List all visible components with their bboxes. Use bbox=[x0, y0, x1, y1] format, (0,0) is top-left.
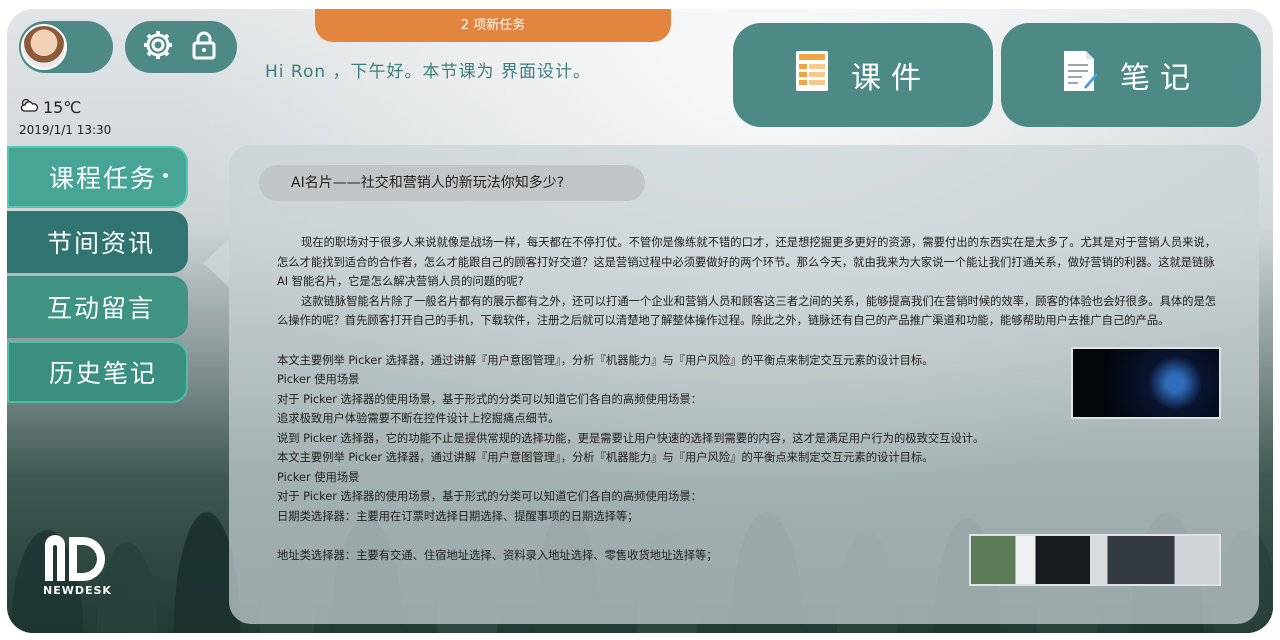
logo-mark bbox=[45, 535, 105, 581]
notes-button[interactable]: 笔记 bbox=[1001, 23, 1261, 127]
datetime: 2019/1/1 13:30 bbox=[19, 123, 112, 137]
article-title: AI名片——社交和营销人的新玩法你知多少? bbox=[259, 165, 645, 201]
article-image-face[interactable] bbox=[1071, 347, 1221, 419]
menu-item-label: 节间资讯 bbox=[47, 229, 156, 258]
new-tasks-banner[interactable]: 2 项新任务 bbox=[315, 9, 671, 42]
lock-icon[interactable] bbox=[188, 29, 220, 65]
article-image-architecture[interactable] bbox=[969, 534, 1221, 586]
menu-item-news[interactable]: 节间资讯 bbox=[7, 211, 188, 273]
menu-item-label: 课程任务 bbox=[49, 164, 158, 193]
cloud-sun-icon bbox=[19, 97, 39, 117]
paragraph: 这款链脉智能名片除了一般名片都有的展示都有之外，还可以打通一个企业和营销人员和顾… bbox=[277, 294, 1217, 328]
avatar[interactable] bbox=[21, 24, 67, 70]
menu-item-label: 互动留言 bbox=[47, 294, 156, 323]
notes-label: 笔记 bbox=[1120, 61, 1200, 96]
toolbar-pill bbox=[125, 21, 237, 73]
notes-icon bbox=[1062, 49, 1098, 101]
article-line: Picker 使用场景 bbox=[277, 470, 360, 484]
menu-item-history-notes[interactable]: 历史笔记 bbox=[7, 341, 188, 403]
article-line: 本文主要例举 Picker 选择器，通过讲解『用户意图管理』，分析『机器能力』与… bbox=[277, 451, 934, 464]
article-line: 说到 Picker 选择器，它的功能不止是提供常规的选择功能，更是需要让用户快速… bbox=[277, 431, 985, 445]
paragraph: 现在的职场对于很多人来说就像是战场一样，每天都在不停打仗。不管你是像练就不错的口… bbox=[277, 236, 1217, 288]
menu-item-label: 历史笔记 bbox=[49, 359, 158, 388]
active-dot bbox=[163, 172, 169, 178]
courseware-icon bbox=[795, 50, 829, 100]
menu-item-messages[interactable]: 互动留言 bbox=[7, 276, 188, 338]
menu-item-course-tasks[interactable]: 课程任务 bbox=[7, 146, 188, 208]
temperature: 15℃ bbox=[43, 97, 82, 117]
article-line: 对于 Picker 选择器的使用场景，基于形式的分类可以知道它们各自的高频使用场… bbox=[277, 490, 702, 503]
side-menu: 课程任务 节间资讯 互动留言 历史笔记 bbox=[7, 146, 188, 406]
greeting-text: Hi Ron ，下午好。本节课为 界面设计。 bbox=[265, 62, 591, 82]
logo-wordmark: NEWDESK bbox=[43, 584, 112, 597]
gear-icon[interactable] bbox=[142, 29, 174, 65]
courseware-label: 课件 bbox=[851, 61, 931, 96]
content-panel: AI名片——社交和营销人的新玩法你知多少? 现在的职场对于很多人来说就像是战场一… bbox=[229, 145, 1259, 624]
panel-pointer bbox=[203, 239, 229, 287]
app-frame: 2 项新任务 Hi Ron ，下午好。本节课为 界面设计。 课件 笔记 15℃ … bbox=[7, 9, 1273, 633]
article-line: 日期类选择器：主要用在订票时选择日期选择、提醒事项的日期选择等； bbox=[277, 509, 639, 523]
newdesk-logo: NEWDESK bbox=[43, 535, 117, 597]
weather-widget: 15℃ bbox=[19, 97, 81, 117]
courseware-button[interactable]: 课件 bbox=[733, 23, 993, 127]
